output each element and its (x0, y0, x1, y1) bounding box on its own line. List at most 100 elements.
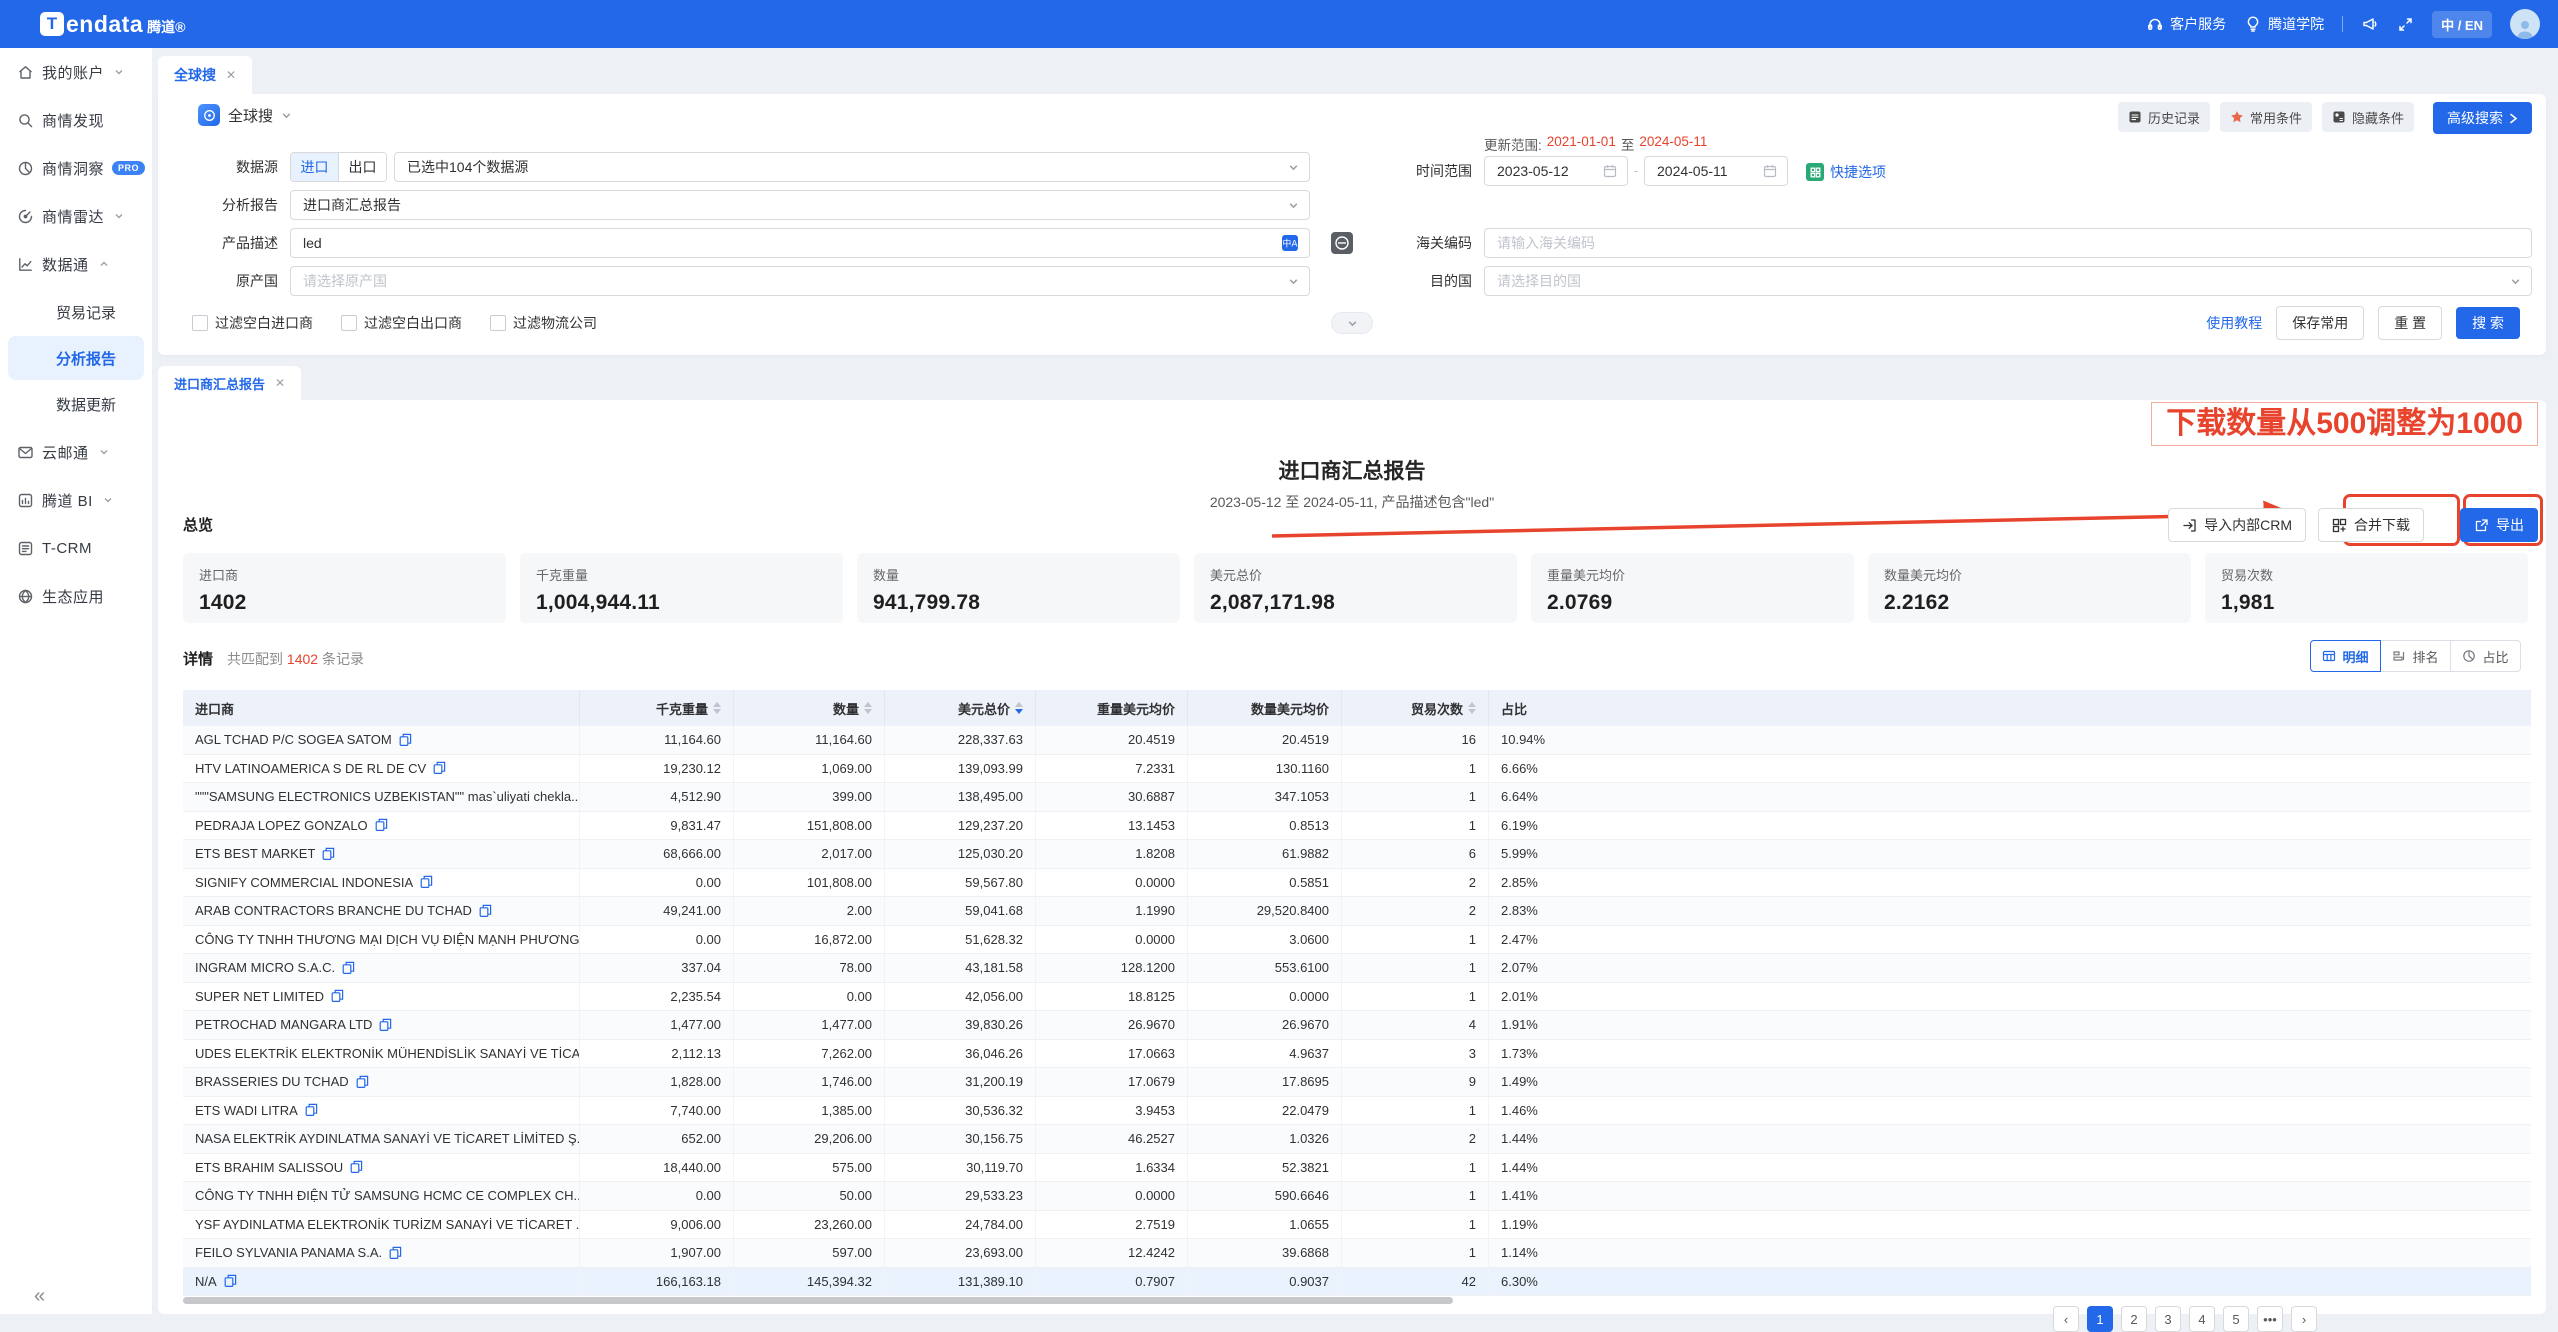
importer-name-wrap[interactable]: PEDRAJA LOPEZ GONZALO (195, 818, 388, 833)
col-importer[interactable]: 进口商 (183, 690, 580, 726)
importer-name-wrap[interactable]: NASA ELEKTRİK AYDINLATMA SANAYİ VE TİCAR… (195, 1131, 580, 1146)
close-icon[interactable]: ✕ (275, 376, 285, 390)
company-archive-icon[interactable] (479, 904, 492, 918)
importer-name-wrap[interactable]: CÔNG TY TNHH ĐIỆN TỬ SAMSUNG HCMC CE COM… (195, 1188, 580, 1203)
importer-name-wrap[interactable]: BRASSERIES DU TCHAD (195, 1074, 369, 1089)
date-from-input[interactable] (1484, 156, 1628, 186)
company-archive-icon[interactable] (399, 733, 412, 747)
company-archive-icon[interactable] (379, 1018, 392, 1032)
product-desc-input[interactable] (291, 234, 1281, 252)
col-usd-total[interactable]: 美元总价 (885, 690, 1036, 726)
company-archive-icon[interactable] (342, 961, 355, 975)
dest-country-select[interactable]: 请选择目的国 (1484, 266, 2532, 296)
sort-icon-active-desc[interactable] (1015, 702, 1023, 714)
form-collapse-toggle[interactable] (1331, 312, 1373, 334)
importer-name-wrap[interactable]: INGRAM MICRO S.A.C. (195, 960, 355, 975)
sort-icon[interactable] (864, 702, 872, 714)
next-page-button[interactable]: › (2291, 1306, 2317, 1332)
importer-name-wrap[interactable]: PETROCHAD MANGARA LTD (195, 1017, 392, 1032)
date-to-input[interactable] (1644, 156, 1788, 186)
checkbox-icon[interactable] (490, 315, 506, 331)
importer-name-wrap[interactable]: SUPER NET LIMITED (195, 989, 344, 1004)
ellipsis-button[interactable]: ••• (2257, 1306, 2283, 1332)
page-button[interactable]: 2 (2121, 1306, 2147, 1332)
page-button[interactable]: 3 (2155, 1306, 2181, 1332)
date-to-value[interactable] (1645, 162, 1763, 180)
sidebar-item-eco-apps[interactable]: 生态应用 (0, 572, 152, 620)
prev-page-button[interactable]: ‹ (2053, 1306, 2079, 1332)
company-archive-icon[interactable] (389, 1246, 402, 1260)
user-avatar[interactable] (2510, 9, 2540, 39)
tab-global-search[interactable]: 全球搜 ✕ (158, 56, 252, 94)
col-qty-avg-price[interactable]: 数量美元均价 (1188, 690, 1342, 726)
sort-icon[interactable] (713, 702, 721, 714)
announcement-button[interactable] (2361, 15, 2379, 33)
importer-name-wrap[interactable]: FEILO SYLVANIA PANAMA S.A. (195, 1245, 402, 1260)
import-crm-button[interactable]: 导入内部CRM (2168, 508, 2306, 542)
save-common-button[interactable]: 保存常用 (2276, 306, 2364, 340)
checkbox-icon[interactable] (192, 315, 208, 331)
importer-name-wrap[interactable]: ARAB CONTRACTORS BRANCHE DU TCHAD (195, 903, 492, 918)
sidebar-item-t-crm[interactable]: T-CRM (0, 524, 152, 572)
sidebar-item-data-hub[interactable]: 数据通 (0, 240, 152, 288)
page-button[interactable]: 5 (2223, 1306, 2249, 1332)
importer-name-wrap[interactable]: UDES ELEKTRİK ELEKTRONİK MÜHENDİSLİK SAN… (195, 1046, 580, 1061)
view-detail-button[interactable]: 明细 (2310, 640, 2381, 672)
date-from-value[interactable] (1485, 162, 1603, 180)
importer-name-wrap[interactable]: """SAMSUNG ELECTRONICS UZBEKISTAN"" mas`… (195, 789, 580, 804)
importer-name-wrap[interactable]: HTV LATINOAMERICA S DE RL DE CV (195, 761, 446, 776)
tab-importer-summary-report[interactable]: 进口商汇总报告 ✕ (158, 366, 301, 400)
scrollbar-thumb[interactable] (183, 1297, 1453, 1304)
language-toggle[interactable]: 中 / EN (2432, 11, 2492, 38)
export-button[interactable]: 导出 (2460, 508, 2538, 542)
reset-button[interactable]: 重 置 (2378, 306, 2442, 340)
importer-name-wrap[interactable]: ETS WADI LITRA (195, 1103, 318, 1118)
company-archive-icon[interactable] (350, 1160, 363, 1174)
page-button[interactable]: 4 (2189, 1306, 2215, 1332)
origin-country-select[interactable]: 请选择原产国 (290, 266, 1310, 296)
sidebar-item-discovery[interactable]: 商情发现 (0, 96, 152, 144)
sidebar-item-my-account[interactable]: 我的账户 (0, 48, 152, 96)
filter-checkbox[interactable]: 过滤物流公司 (490, 313, 597, 333)
scope-selector[interactable]: 全球搜 (198, 104, 292, 126)
filter-checkbox[interactable]: 过滤空白出口商 (341, 313, 462, 333)
tutorial-link[interactable]: 使用教程 (2206, 313, 2262, 333)
academy-link[interactable]: 腾道学院 (2244, 14, 2324, 34)
report-type-select[interactable]: 进口商汇总报告 (290, 190, 1310, 220)
view-share-button[interactable]: 占比 (2450, 640, 2521, 672)
company-archive-icon[interactable] (224, 1274, 237, 1288)
search-button[interactable]: 搜 索 (2456, 307, 2520, 339)
advanced-search-button[interactable]: 高级搜索 (2433, 102, 2532, 134)
col-kg-weight[interactable]: 千克重量 (580, 690, 734, 726)
importer-name-wrap[interactable]: ETS BRAHIM SALISSOU (195, 1160, 363, 1175)
quick-options-link[interactable]: 快捷选项 (1806, 162, 1886, 182)
company-archive-icon[interactable] (305, 1103, 318, 1117)
importer-name-wrap[interactable]: SIGNIFY COMMERCIAL INDONESIA (195, 875, 433, 890)
col-kg-avg-price[interactable]: 重量美元均价 (1036, 690, 1188, 726)
merge-download-button[interactable]: 合并下载 (2318, 508, 2424, 542)
sidebar-item-cloud-mail[interactable]: 云邮通 (0, 428, 152, 476)
sidebar-item-data-update[interactable]: 数据更新 (0, 382, 152, 426)
fullscreen-button[interactable] (2397, 16, 2414, 33)
sidebar-item-radar[interactable]: 商情雷达 (0, 192, 152, 240)
page-button[interactable]: 1 (2087, 1306, 2113, 1332)
sidebar-item-analysis-report[interactable]: 分析报告 (8, 336, 144, 380)
col-quantity[interactable]: 数量 (734, 690, 885, 726)
importer-name-wrap[interactable]: ETS BEST MARKET (195, 846, 335, 861)
close-icon[interactable]: ✕ (226, 68, 236, 82)
company-archive-icon[interactable] (375, 818, 388, 832)
customer-service-link[interactable]: 客户服务 (2146, 14, 2226, 34)
company-archive-icon[interactable] (433, 761, 446, 775)
checkbox-icon[interactable] (341, 315, 357, 331)
col-trade-count[interactable]: 贸易次数 (1342, 690, 1489, 726)
favorite-conditions-button[interactable]: 常用条件 (2220, 102, 2312, 132)
importer-name-wrap[interactable]: AGL TCHAD P/C SOGEA SATOM (195, 732, 412, 747)
importer-name-wrap[interactable]: N/A (195, 1274, 237, 1289)
sidebar-collapse-button[interactable]: « (34, 1285, 45, 1308)
importer-name-wrap[interactable]: CÔNG TY TNHH THƯƠNG MẠI DỊCH VỤ ĐIỆN MẠN… (195, 932, 580, 947)
hs-code-input[interactable] (1485, 234, 2531, 252)
importer-name-wrap[interactable]: YSF AYDINLATMA ELEKTRONİK TURİZM SANAYİ … (195, 1217, 580, 1232)
sidebar-item-insight[interactable]: 商情洞察 PRO (0, 144, 152, 192)
history-button[interactable]: 历史记录 (2118, 102, 2210, 132)
company-archive-icon[interactable] (420, 875, 433, 889)
